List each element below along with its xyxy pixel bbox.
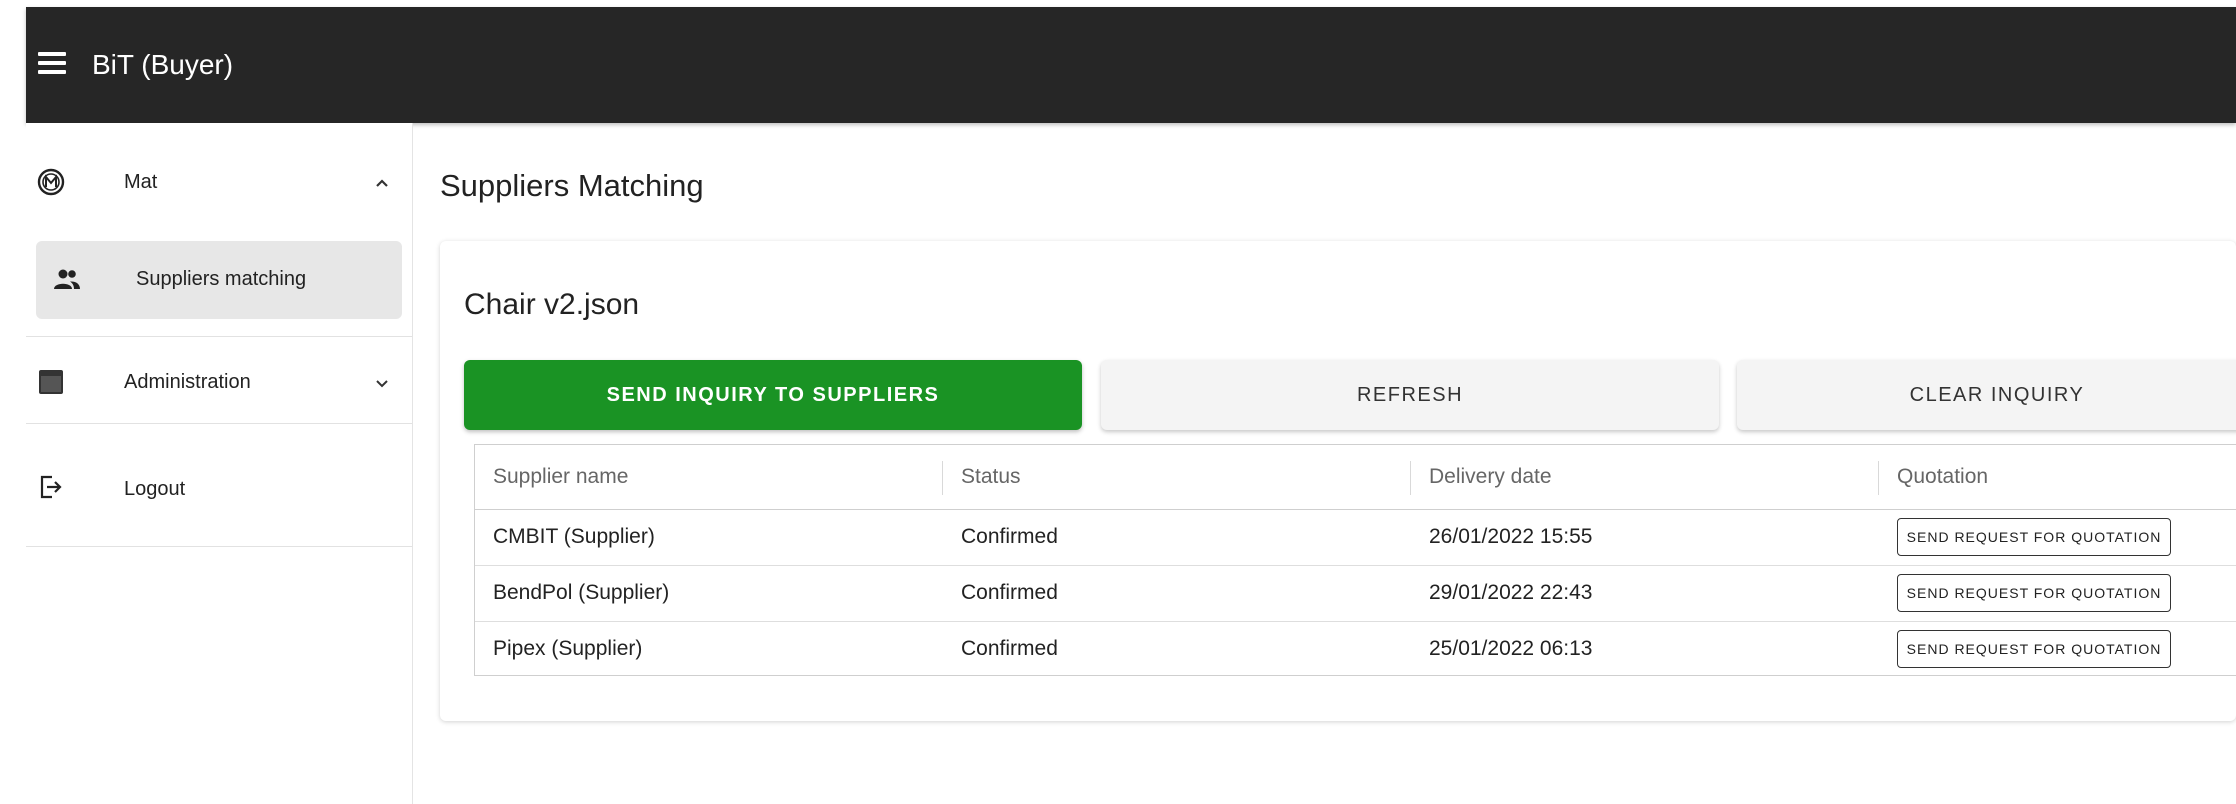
send-inquiry-button[interactable]: SEND INQUIRY TO SUPPLIERS [464,360,1082,430]
supplier-name: Pipex (Supplier) [493,637,643,660]
supplier-name: BendPol (Supplier) [493,581,670,604]
supplier-name: CMBIT (Supplier) [493,525,655,548]
sidebar-item-logout-label: Logout [124,478,186,500]
menu-icon[interactable] [38,47,66,83]
sidebar-item-administration[interactable]: Administration [26,353,412,413]
delivery-date: 29/01/2022 22:43 [1429,581,1593,604]
table-row: Pipex (Supplier) Confirmed 25/01/2022 06… [475,622,2236,677]
supplier-status: Confirmed [961,637,1058,660]
column-separator [942,461,943,495]
app-title: BiT (Buyer) [92,49,234,80]
table-row: BendPol (Supplier) Confirmed 29/01/2022 … [475,566,2236,622]
logout-icon [40,475,62,499]
sidebar-divider [26,423,412,424]
send-rfq-button[interactable]: SEND REQUEST FOR QUOTATION [1897,630,2171,668]
sidebar-item-suppliers-matching-label: Suppliers matching [136,268,307,290]
administration-icon [39,370,63,394]
delivery-date: 25/01/2022 06:13 [1429,637,1593,660]
sidebar-item-administration-label: Administration [124,371,251,393]
column-separator [1878,461,1879,495]
mat-logo-icon [37,168,65,196]
table-header: Supplier name Status Delivery date Quota… [475,445,2236,510]
column-header-delivery-date[interactable]: Delivery date [1429,465,1552,489]
column-separator [1410,461,1411,495]
clear-inquiry-button[interactable]: CLEAR INQUIRY [1737,360,2236,430]
supplier-status: Confirmed [961,581,1058,604]
sidebar-item-mat-label: Mat [124,171,158,193]
supplier-status: Confirmed [961,525,1058,548]
app-bar: BiT (Buyer) [26,7,2236,123]
sidebar-item-suppliers-matching[interactable]: Suppliers matching [36,241,402,319]
sidebar-item-logout[interactable]: Logout [26,458,412,518]
sidebar-divider [26,336,412,337]
people-icon [54,269,80,289]
column-header-status[interactable]: Status [961,465,1021,489]
chevron-down-icon[interactable] [372,373,392,393]
sidebar-item-mat[interactable]: Mat [26,153,412,209]
sidebar: Mat Suppliers matching Administration Lo… [26,123,412,804]
refresh-button[interactable]: REFRESH [1101,360,1719,430]
column-header-quotation[interactable]: Quotation [1897,465,1988,489]
column-header-supplier-name[interactable]: Supplier name [493,465,628,489]
table-row: CMBIT (Supplier) Confirmed 26/01/2022 15… [475,510,2236,566]
chevron-up-icon[interactable] [372,173,392,193]
send-rfq-button[interactable]: SEND REQUEST FOR QUOTATION [1897,518,2171,556]
sidebar-border [412,123,413,804]
sidebar-divider [26,546,412,547]
send-rfq-button[interactable]: SEND REQUEST FOR QUOTATION [1897,574,2171,612]
file-title: Chair v2.json [464,288,640,321]
page-title: Suppliers Matching [440,168,704,203]
delivery-date: 26/01/2022 15:55 [1429,525,1593,548]
suppliers-table: Supplier name Status Delivery date Quota… [474,444,2236,676]
